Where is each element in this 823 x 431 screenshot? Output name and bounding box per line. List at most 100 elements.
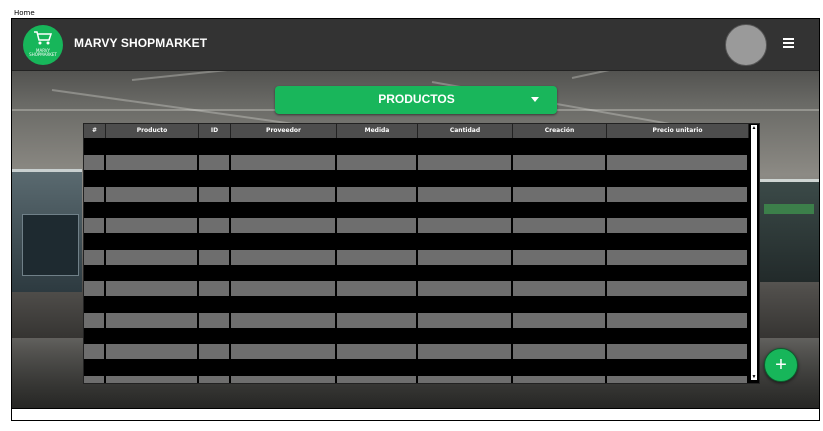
table-cell[interactable]	[231, 186, 337, 202]
table-row[interactable]	[84, 375, 749, 383]
table-cell[interactable]	[607, 218, 749, 233]
table-cell[interactable]	[513, 281, 607, 296]
table-cell[interactable]	[337, 344, 418, 359]
column-header-unit-price[interactable]: Precio unitario	[607, 124, 749, 138]
table-cell[interactable]	[513, 186, 607, 202]
products-table: # Producto ID Proveedor Medida Cantidad …	[83, 123, 760, 384]
table-row[interactable]	[84, 249, 749, 265]
table-cell[interactable]	[106, 281, 199, 296]
table-cell[interactable]	[199, 344, 231, 359]
column-header-number[interactable]: #	[84, 124, 106, 138]
table-cell[interactable]	[607, 186, 749, 202]
table-cell[interactable]	[84, 249, 106, 265]
table-row[interactable]	[84, 155, 749, 170]
scroll-up-icon[interactable]: ▲	[751, 125, 757, 131]
table-cell[interactable]	[84, 375, 106, 383]
table-cell[interactable]	[513, 218, 607, 233]
table-cell[interactable]	[199, 186, 231, 202]
plus-icon: +	[775, 354, 787, 376]
table-cell[interactable]	[337, 375, 418, 383]
table-cell[interactable]	[199, 249, 231, 265]
column-header-quantity[interactable]: Cantidad	[418, 124, 513, 138]
hamburger-menu-icon[interactable]	[783, 38, 794, 48]
table-cell[interactable]	[513, 375, 607, 383]
table-cell[interactable]	[231, 375, 337, 383]
table-row[interactable]	[84, 281, 749, 296]
table-cell[interactable]	[607, 249, 749, 265]
table-cell[interactable]	[607, 375, 749, 383]
table-header: # Producto ID Proveedor Medida Cantidad …	[84, 124, 749, 138]
table-cell[interactable]	[418, 155, 513, 170]
add-product-button[interactable]: +	[764, 348, 798, 382]
column-header-measure[interactable]: Medida	[337, 124, 418, 138]
table-cell[interactable]	[418, 186, 513, 202]
app-viewport: MARVY SHOPMARKET MARVY SHOPMARKET PRODUC…	[12, 19, 819, 408]
table-cell[interactable]	[513, 344, 607, 359]
table-cell[interactable]	[106, 249, 199, 265]
brand-name: MARVY SHOPMARKET	[74, 36, 208, 50]
table-cell[interactable]	[607, 155, 749, 170]
table-cell[interactable]	[84, 312, 106, 328]
table-row[interactable]	[84, 218, 749, 233]
table-cell[interactable]	[513, 312, 607, 328]
table-cell[interactable]	[337, 218, 418, 233]
avatar[interactable]	[725, 24, 767, 66]
table-cell[interactable]	[199, 281, 231, 296]
table-cell[interactable]	[231, 344, 337, 359]
table-cell[interactable]	[337, 155, 418, 170]
shopping-cart-icon	[33, 30, 53, 49]
table-cell[interactable]	[231, 249, 337, 265]
logo[interactable]: MARVY SHOPMARKET	[23, 25, 63, 65]
table-cell[interactable]	[199, 312, 231, 328]
table-cell[interactable]	[418, 249, 513, 265]
table-cell[interactable]	[231, 281, 337, 296]
table-cell[interactable]	[513, 155, 607, 170]
table-cell[interactable]	[106, 218, 199, 233]
table-row[interactable]	[84, 344, 749, 359]
table-cell[interactable]	[106, 186, 199, 202]
top-navbar: MARVY SHOPMARKET MARVY SHOPMARKET	[12, 19, 819, 71]
table-cell[interactable]	[199, 155, 231, 170]
category-dropdown[interactable]: PRODUCTOS	[275, 86, 557, 114]
table-scrollbar[interactable]: ▲ ▼	[750, 124, 758, 381]
table-cell[interactable]	[84, 281, 106, 296]
table-cell[interactable]	[199, 375, 231, 383]
table-cell[interactable]	[418, 375, 513, 383]
table-cell[interactable]	[106, 155, 199, 170]
table-cell[interactable]	[231, 155, 337, 170]
table-row[interactable]	[84, 312, 749, 328]
table-cell[interactable]	[337, 281, 418, 296]
table-cell[interactable]	[607, 344, 749, 359]
table-cell[interactable]	[337, 186, 418, 202]
table-cell[interactable]	[106, 312, 199, 328]
table-cell[interactable]	[607, 312, 749, 328]
table-cell[interactable]	[418, 344, 513, 359]
caret-down-icon	[531, 97, 539, 102]
logo-text: MARVY SHOPMARKET	[29, 48, 57, 57]
table-cell[interactable]	[418, 218, 513, 233]
scroll-down-icon[interactable]: ▼	[751, 374, 757, 380]
table-cell[interactable]	[231, 312, 337, 328]
bottom-bar	[12, 408, 819, 420]
table-cell[interactable]	[337, 312, 418, 328]
table-cell[interactable]	[106, 375, 199, 383]
table-cell[interactable]	[607, 281, 749, 296]
table-cell[interactable]	[418, 281, 513, 296]
column-header-supplier[interactable]: Proveedor	[231, 124, 337, 138]
table-cell[interactable]	[84, 344, 106, 359]
table-cell[interactable]	[199, 218, 231, 233]
table-cell[interactable]	[418, 312, 513, 328]
table-cell[interactable]	[84, 186, 106, 202]
table-cell[interactable]	[513, 249, 607, 265]
column-header-id[interactable]: ID	[199, 124, 231, 138]
table-cell[interactable]	[106, 344, 199, 359]
column-header-product[interactable]: Producto	[106, 124, 199, 138]
table-cell[interactable]	[84, 155, 106, 170]
table-cell[interactable]	[231, 218, 337, 233]
table-row[interactable]	[84, 186, 749, 202]
table-cell[interactable]	[337, 249, 418, 265]
table-cell[interactable]	[84, 218, 106, 233]
column-header-created[interactable]: Creación	[513, 124, 607, 138]
window-title: Home	[14, 9, 35, 17]
category-dropdown-label: PRODUCTOS	[378, 92, 455, 106]
